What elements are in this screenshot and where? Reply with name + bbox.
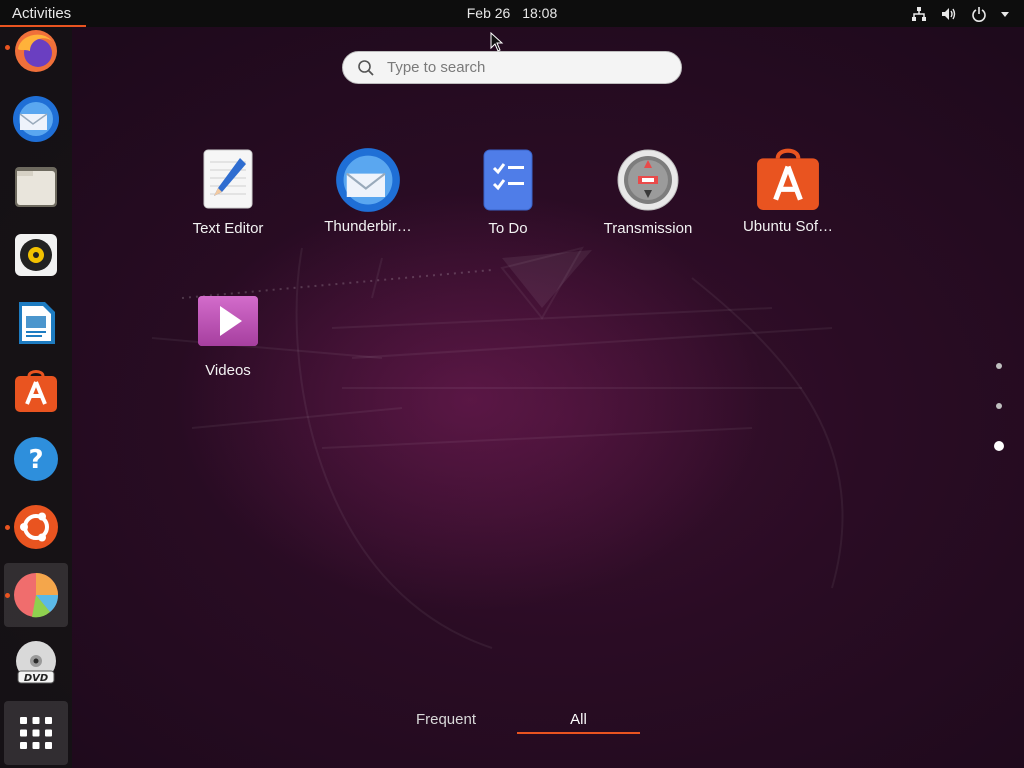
- todo-icon: [483, 149, 533, 211]
- help-icon: ?: [14, 437, 58, 481]
- thunderbird-icon: [13, 96, 59, 142]
- svg-text:DVD: DVD: [24, 673, 48, 684]
- search-icon: [358, 59, 374, 76]
- text-editor-icon: [203, 149, 253, 209]
- rhythmbox-icon: [15, 234, 57, 276]
- app-label: Thunderbir…: [324, 218, 412, 235]
- svg-text:?: ?: [28, 445, 43, 475]
- videos-icon: [198, 296, 258, 346]
- app-to-do[interactable]: To Do: [438, 148, 578, 258]
- dock-item-ubuntu[interactable]: [4, 495, 68, 559]
- app-thunderbird[interactable]: Thunderbir…: [298, 146, 438, 256]
- folder-icon: [15, 167, 57, 207]
- clock-time: 18:08: [522, 5, 558, 21]
- dock-item-disk-usage-analyzer[interactable]: [4, 563, 68, 627]
- search-box[interactable]: [342, 51, 682, 84]
- chevron-down-icon[interactable]: [1000, 5, 1010, 23]
- running-indicator: [5, 593, 10, 598]
- transmission-icon: [617, 149, 679, 211]
- dock-item-ubuntu-software[interactable]: [4, 359, 68, 423]
- dvd-icon: DVD: [16, 641, 56, 684]
- ubuntu-logo-icon: [14, 505, 58, 549]
- dock-item-files[interactable]: [4, 155, 68, 219]
- show-applications-button[interactable]: [4, 701, 68, 765]
- app-label: Transmission: [603, 220, 693, 237]
- app-ubuntu-software[interactable]: Ubuntu Sof…: [718, 146, 858, 256]
- app-grid-icon: [20, 717, 52, 749]
- tab-frequent[interactable]: Frequent: [386, 708, 506, 734]
- dock-item-thunderbird[interactable]: [4, 87, 68, 151]
- search-input[interactable]: [385, 58, 659, 77]
- app-label: To Do: [488, 220, 528, 237]
- clock[interactable]: Feb 26 18:08: [0, 0, 1024, 27]
- pie-chart-icon: [14, 573, 59, 618]
- dock-item-help[interactable]: ?: [4, 427, 68, 491]
- app-label: Ubuntu Sof…: [742, 218, 834, 235]
- power-icon[interactable]: [970, 5, 988, 23]
- mouse-pointer-icon: [490, 32, 504, 52]
- dock-item-dvd[interactable]: DVD: [4, 631, 68, 695]
- document-icon: [19, 302, 55, 344]
- thunderbird-icon: [336, 148, 400, 212]
- page-dot-3-current[interactable]: [994, 441, 1004, 451]
- app-text-editor[interactable]: Text Editor: [158, 148, 298, 258]
- tab-all[interactable]: All: [517, 708, 640, 734]
- page-dot-2[interactable]: [996, 403, 1002, 409]
- running-indicator: [5, 45, 10, 50]
- dock-item-rhythmbox[interactable]: [4, 223, 68, 287]
- app-videos[interactable]: Videos: [158, 290, 298, 400]
- ubuntu-software-icon: [757, 148, 819, 210]
- app-label: Text Editor: [192, 220, 264, 237]
- running-indicator: [5, 525, 10, 530]
- dock: ? DVD: [0, 27, 72, 768]
- system-tray[interactable]: [910, 0, 1010, 27]
- app-transmission[interactable]: Transmission: [578, 148, 718, 258]
- dock-item-firefox[interactable]: [4, 19, 68, 83]
- page-dot-1[interactable]: [996, 363, 1002, 369]
- shopping-bag-icon: [15, 370, 57, 412]
- clock-date: Feb 26: [466, 5, 511, 21]
- top-bar: Activities Feb 26 18:08: [0, 0, 1024, 27]
- network-icon[interactable]: [910, 5, 928, 23]
- firefox-icon: [15, 30, 57, 72]
- volume-icon[interactable]: [940, 5, 958, 23]
- app-label: Videos: [205, 362, 251, 379]
- dock-item-libreoffice-writer[interactable]: [4, 291, 68, 355]
